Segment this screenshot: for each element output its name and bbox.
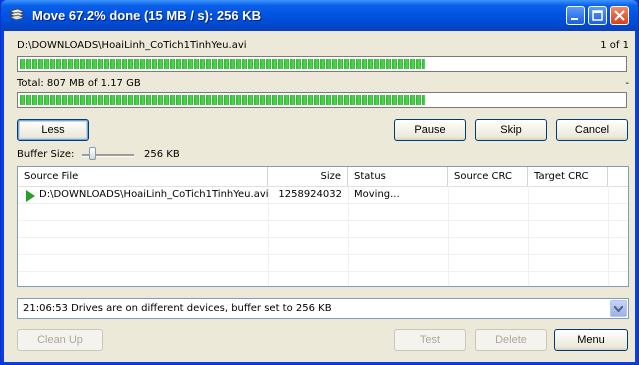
row-divider	[18, 203, 628, 204]
status-log-dropdown[interactable]: 21:06:53 Drives are on different devices…	[17, 298, 629, 319]
column-status[interactable]: Status	[348, 167, 448, 186]
title-bar[interactable]: Move 67.2% done (15 MB / s): 256 KB	[1, 0, 638, 31]
row-divider	[18, 254, 628, 255]
row-size: 1258924032	[278, 189, 342, 200]
file-counter: 1 of 1	[600, 40, 629, 51]
total-right: -	[625, 78, 629, 89]
chevron-down-icon[interactable]	[610, 300, 627, 317]
file-list[interactable]: Source File Size Status Source CRC Targe…	[17, 166, 629, 287]
delete-button[interactable]: Delete	[475, 329, 547, 351]
app-window: Move 67.2% done (15 MB / s): 256 KB D:\D…	[0, 0, 639, 365]
column-size[interactable]: Size	[268, 167, 348, 186]
cancel-button[interactable]: Cancel	[556, 119, 628, 141]
total-progress-bar	[17, 92, 627, 108]
file-progress-fill	[20, 59, 425, 69]
total-progress-fill	[20, 95, 425, 105]
current-file-path: D:\DOWNLOADS\HoaiLinh_CoTich1TinhYeu.avi	[17, 40, 247, 51]
total-label: Total: 807 MB of 1.17 GB	[17, 78, 141, 89]
move-app-icon	[8, 7, 26, 23]
column-target-crc[interactable]: Target CRC	[528, 167, 608, 186]
skip-button[interactable]: Skip	[475, 119, 547, 141]
row-divider	[18, 271, 628, 272]
pause-button[interactable]: Pause	[394, 119, 466, 141]
list-header: Source File Size Status Source CRC Targe…	[18, 167, 628, 187]
buffer-slider-thumb[interactable]	[89, 147, 96, 160]
less-button[interactable]: Less	[17, 119, 89, 141]
row-status: Moving...	[354, 189, 400, 200]
maximize-icon[interactable]	[588, 6, 607, 25]
file-progress-bar	[17, 56, 627, 72]
clean-up-button[interactable]: Clean Up	[17, 329, 103, 351]
buffer-size-label: Buffer Size:	[17, 149, 75, 160]
column-source-crc[interactable]: Source CRC	[448, 167, 528, 186]
status-log-text: 21:06:53 Drives are on different devices…	[23, 303, 332, 314]
current-file-row: D:\DOWNLOADS\HoaiLinh_CoTich1TinhYeu.avi…	[17, 40, 629, 51]
row-divider	[18, 220, 628, 221]
window-title: Move 67.2% done (15 MB / s): 256 KB	[32, 8, 262, 23]
close-icon[interactable]	[610, 6, 629, 25]
play-arrow-icon	[26, 190, 35, 205]
test-button[interactable]: Test	[394, 329, 466, 351]
total-row: Total: 807 MB of 1.17 GB -	[17, 78, 629, 89]
row-source-file: D:\DOWNLOADS\HoaiLinh_CoTich1TinhYeu.avi	[39, 189, 269, 200]
dialog-body: D:\DOWNLOADS\HoaiLinh_CoTich1TinhYeu.avi…	[4, 31, 635, 362]
row-divider	[18, 237, 628, 238]
column-source-file[interactable]: Source File	[18, 167, 268, 186]
minimize-icon[interactable]	[566, 6, 585, 25]
menu-button[interactable]: Menu	[554, 329, 628, 351]
buffer-size-value: 256 KB	[144, 149, 180, 160]
